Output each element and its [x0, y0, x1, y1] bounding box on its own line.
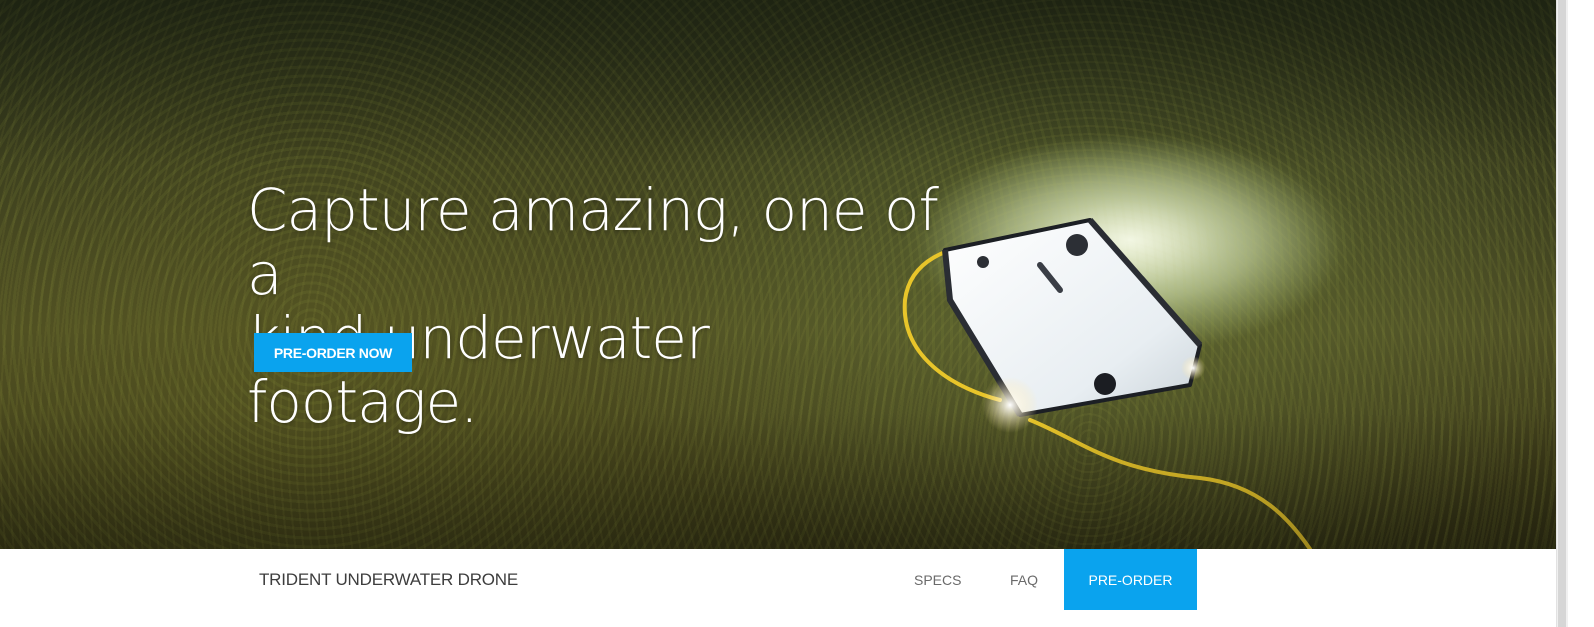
- nav-link-faq[interactable]: FAQ: [1010, 572, 1038, 588]
- nav-link-specs[interactable]: SPECS: [914, 572, 961, 588]
- pre-order-now-button[interactable]: PRE-ORDER NOW: [254, 333, 412, 372]
- hero-section: Capture amazing, one of a kind underwate…: [0, 0, 1556, 549]
- hero-headline: Capture amazing, one of a kind underwate…: [247, 176, 939, 436]
- brand-logo-text[interactable]: TRIDENT UNDERWATER DRONE: [259, 570, 518, 590]
- page-scrollbar-thumb[interactable]: [1558, 0, 1566, 627]
- site-navbar: TRIDENT UNDERWATER DRONE SPECS FAQ PRE-O…: [0, 549, 1556, 627]
- nav-pre-order-button[interactable]: PRE-ORDER: [1064, 549, 1197, 610]
